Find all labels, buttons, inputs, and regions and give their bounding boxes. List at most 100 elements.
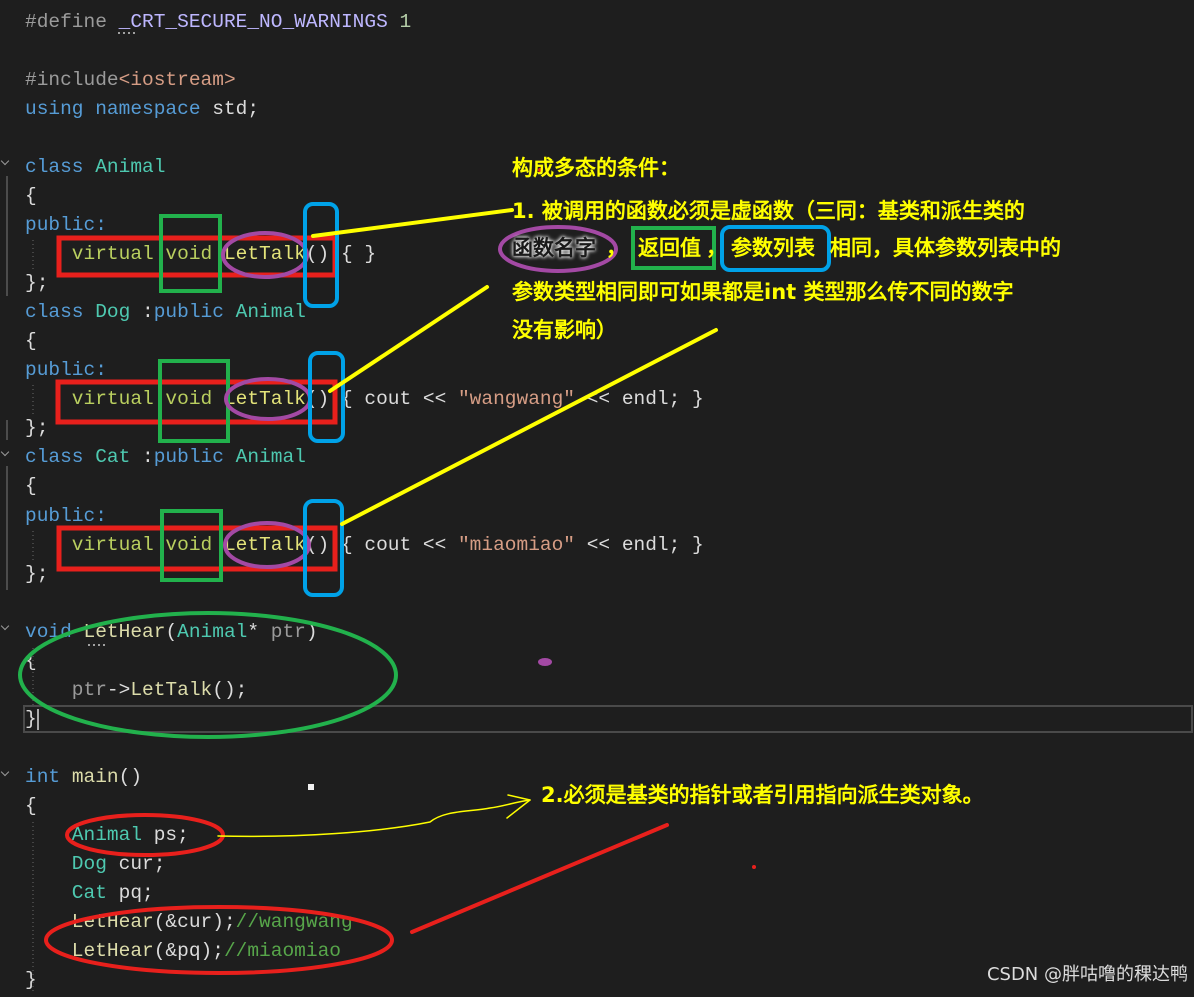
- code-line[interactable]: {: [25, 182, 37, 211]
- code-text: (: [165, 620, 178, 643]
- keyword-token: void: [25, 620, 84, 643]
- code-text: cur;: [118, 853, 166, 876]
- code-line[interactable]: public:: [25, 356, 107, 385]
- code-line[interactable]: LetHear(&pq);//miaomiao: [25, 937, 341, 966]
- rule1-parameter-list: 参数列表: [731, 236, 815, 260]
- code-text: {: [25, 184, 37, 207]
- code-text: () { }: [305, 242, 377, 265]
- type-token: Cat: [95, 446, 143, 469]
- function-token: LetHear: [25, 911, 154, 934]
- code-line[interactable]: {: [25, 792, 37, 821]
- code-text: };: [25, 562, 49, 585]
- rule1-separator: ，: [706, 236, 727, 260]
- code-line[interactable]: ptr->LetTalk();: [25, 676, 248, 705]
- type-token: Dog: [25, 853, 119, 876]
- parameter-token: ptr: [270, 620, 306, 643]
- code-line[interactable]: {: [25, 647, 37, 676]
- keyword-token: public:: [25, 359, 107, 382]
- type-token: Cat: [25, 882, 119, 905]
- keyword-token: public:: [25, 213, 107, 236]
- keyword-token: virtual void: [25, 533, 224, 556]
- code-text: }: [25, 969, 37, 992]
- keyword-token: class: [25, 446, 96, 469]
- code-area[interactable]: #define _CRT_SECURE_NO_WARNINGS 1 #includ…: [0, 0, 1194, 997]
- code-line[interactable]: class Animal: [25, 153, 165, 182]
- keyword-token: int: [25, 766, 72, 789]
- type-token: Animal: [95, 155, 166, 178]
- preprocessor-token: #define: [25, 10, 119, 33]
- code-line[interactable]: using namespace std;: [25, 95, 259, 124]
- code-text: std;: [212, 97, 260, 120]
- keyword-token: class: [25, 155, 96, 178]
- code-text: << endl; }: [575, 533, 704, 556]
- string-token: "wangwang": [457, 388, 576, 411]
- code-text: {: [25, 330, 37, 353]
- type-token: Animal: [235, 301, 306, 324]
- code-line[interactable]: virtual void LetTalk() { cout << "wangwa…: [25, 385, 704, 414]
- code-editor[interactable]: #define _CRT_SECURE_NO_WARNINGS 1 #includ…: [0, 0, 1194, 997]
- code-line[interactable]: public:: [25, 211, 107, 240]
- function-token: LetTalk: [223, 388, 306, 411]
- code-line[interactable]: }: [25, 705, 37, 734]
- code-line[interactable]: Animal ps;: [25, 821, 189, 850]
- type-token: Animal: [25, 824, 154, 847]
- code-text: :: [142, 301, 154, 324]
- code-text: (&pq);: [153, 940, 224, 963]
- code-line[interactable]: int main(): [25, 763, 142, 792]
- code-text: *: [247, 620, 271, 643]
- code-line[interactable]: };: [25, 269, 48, 298]
- string-token: <iostream>: [118, 68, 236, 91]
- code-text: {: [25, 475, 37, 498]
- keyword-token: public:: [25, 504, 107, 527]
- code-line[interactable]: {: [25, 472, 37, 501]
- code-line[interactable]: #define _CRT_SECURE_NO_WARNINGS 1: [25, 8, 411, 37]
- code-text: () { cout <<: [305, 533, 458, 556]
- function-token: LetTalk: [223, 242, 306, 265]
- rule1-line1: 1. 被调用的函数必须是虚函数（三同：基类和派生类的: [512, 199, 1025, 223]
- code-line[interactable]: };: [25, 414, 48, 443]
- rule1-function-name: 函数名字: [512, 236, 596, 260]
- keyword-token: public: [153, 301, 236, 324]
- code-text: ();: [212, 678, 248, 701]
- code-line[interactable]: Cat pq;: [25, 879, 154, 908]
- code-line[interactable]: Dog cur;: [25, 850, 166, 879]
- code-line[interactable]: {: [25, 327, 37, 356]
- rule1-return-value: 返回值: [638, 236, 701, 260]
- code-line[interactable]: virtual void LetTalk() { cout << "miaomi…: [25, 531, 704, 560]
- function-token: LetTalk: [130, 678, 213, 701]
- code-text: (&cur);: [153, 911, 236, 934]
- preprocessor-token: #include: [25, 68, 119, 91]
- code-text: << endl; }: [575, 388, 704, 411]
- code-line[interactable]: class Dog :public Animal: [25, 298, 306, 327]
- code-text: };: [25, 272, 49, 295]
- string-token: "miaomiao": [457, 533, 576, 556]
- code-line[interactable]: class Cat :public Animal: [25, 443, 306, 472]
- code-text: ps;: [153, 824, 189, 847]
- code-line[interactable]: };: [25, 560, 48, 589]
- rule1-line3: 参数类型相同即可如果都是int 类型那么传不同的数字: [512, 280, 1014, 304]
- code-line[interactable]: LetHear(&cur);//wangwang: [25, 908, 353, 937]
- function-token: LetTalk: [223, 533, 306, 556]
- keyword-token: public: [153, 446, 236, 469]
- parameter-token: ptr: [25, 678, 107, 701]
- code-line[interactable]: #include<iostream>: [25, 66, 236, 95]
- code-text: };: [25, 417, 49, 440]
- number-token: 1: [387, 10, 412, 33]
- rule1-line4: 没有影响）: [512, 318, 617, 342]
- comment-token: //miaomiao: [223, 940, 341, 963]
- code-text: ): [305, 620, 318, 643]
- code-line[interactable]: void LetHear(Animal* ptr): [25, 618, 318, 647]
- type-token: Animal: [235, 446, 306, 469]
- code-text: ->: [106, 678, 131, 701]
- code-line[interactable]: virtual void LetTalk() { }: [25, 240, 376, 269]
- code-line[interactable]: public:: [25, 502, 107, 531]
- keyword-token: virtual void: [25, 388, 224, 411]
- keyword-token: class: [25, 301, 96, 324]
- keyword-token: using namespace: [25, 97, 213, 120]
- comment-token: //wangwang: [235, 911, 353, 934]
- function-token: LetHear: [25, 940, 154, 963]
- polymorphism-conditions-heading: 构成多态的条件：: [512, 156, 680, 180]
- function-token: LetHear: [83, 620, 166, 643]
- code-line[interactable]: }: [25, 966, 37, 995]
- rule1-separator: ，: [606, 236, 627, 260]
